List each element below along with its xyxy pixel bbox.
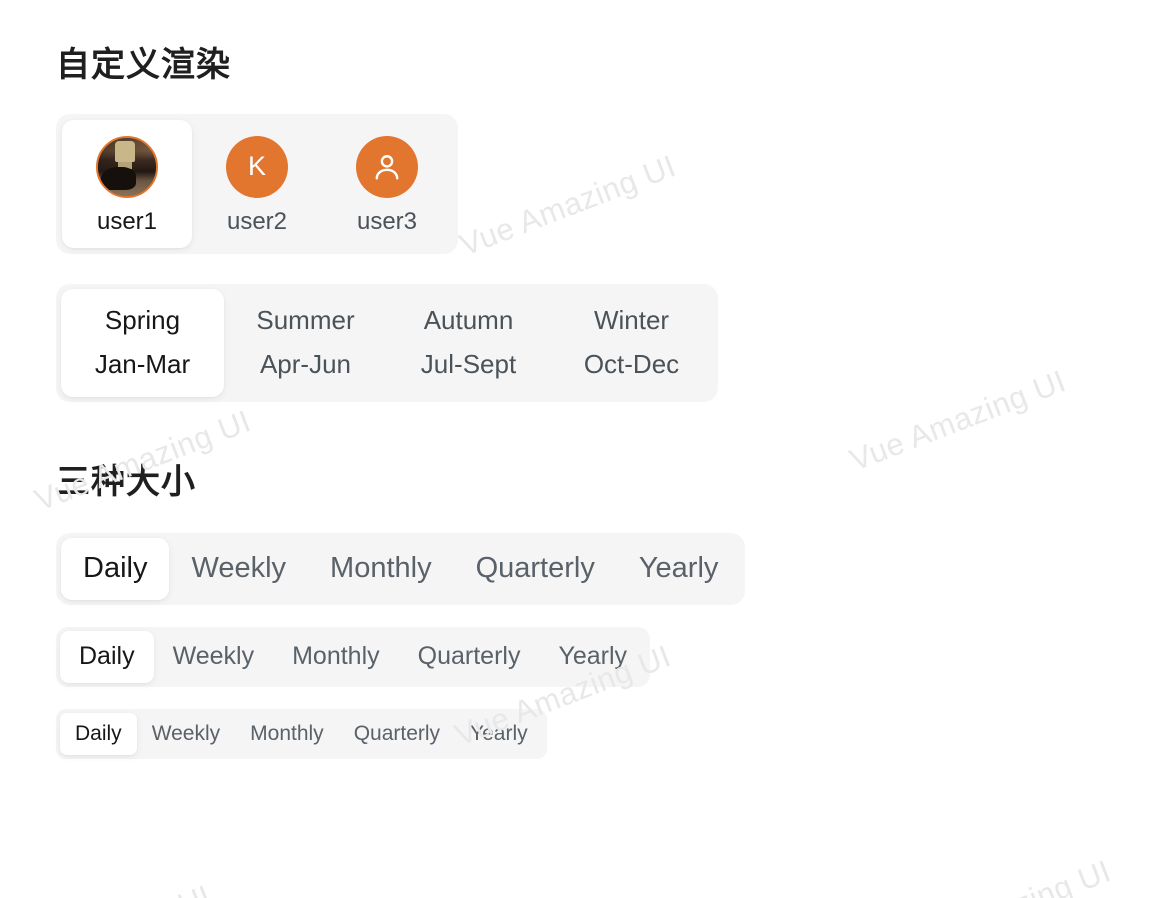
size-segmented-item-label: Weekly: [151, 721, 221, 745]
size-segmented-item-label: Monthly: [250, 721, 324, 745]
avatar-icon: [356, 135, 418, 198]
size-segmented-item-label: Yearly: [558, 642, 628, 671]
avatar-initial: K: [247, 151, 266, 182]
section-title-custom-render: 自定义渲染: [56, 46, 231, 84]
size-segmented-item-label: Quarterly: [417, 642, 521, 671]
season-segmented-item-label: Summer: [256, 304, 355, 335]
user-segmented-item[interactable]: Kuser2: [192, 120, 322, 248]
season-segmented-item-sublabel: Jul-Sept: [420, 348, 517, 379]
size-segmented-item-large[interactable]: Yearly: [617, 538, 741, 600]
user-segmented-row: user1 Kuser2 user3: [56, 113, 1164, 254]
avatar-image: [98, 137, 156, 196]
avatar-letter: K: [226, 135, 288, 198]
size-segmented-item-label: Weekly: [191, 552, 287, 585]
size-segmented-middle-row: Daily Weekly Monthly Quarterly Yearly: [56, 626, 1164, 687]
season-segmented-item-label: Winter: [593, 304, 670, 335]
season-segmented-item[interactable]: Summer Apr-Jun: [224, 289, 387, 397]
size-segmented-large[interactable]: Daily Weekly Monthly Quarterly Yearly: [56, 532, 746, 605]
user-segmented-item[interactable]: user1: [62, 119, 192, 248]
season-segmented-item[interactable]: Winter Oct-Dec: [550, 289, 713, 397]
season-segmented-item-sublabel: Jan-Mar: [94, 348, 191, 379]
avatar-photo: [96, 135, 158, 198]
size-segmented-item-label: Daily: [79, 642, 135, 671]
season-segmented-item-label: Spring: [104, 304, 181, 335]
size-segmented-item-label: Daily: [75, 721, 122, 745]
user-segmented-item-label: user3: [356, 207, 418, 235]
size-segmented-item-label: Weekly: [172, 642, 255, 671]
size-segmented-item-middle[interactable]: Weekly: [154, 631, 274, 683]
season-segmented-item-sublabel: Apr-Jun: [259, 348, 352, 379]
size-segmented-item-large[interactable]: Monthly: [308, 538, 454, 600]
season-segmented-item-label: Autumn: [423, 304, 514, 335]
size-segmented-item-large[interactable]: Weekly: [169, 538, 308, 600]
size-segmented-item-small[interactable]: Monthly: [235, 713, 339, 755]
app-root: Vue Amazing UI Vue Amazing UI Vue Amazing …: [0, 45, 1164, 898]
size-segmented-small-row: Daily Weekly Monthly Quarterly Yearly: [56, 708, 1164, 759]
season-segmented-item-sublabel: Oct-Dec: [583, 348, 680, 379]
size-segmented-item-small[interactable]: Daily: [60, 712, 137, 755]
size-segmented-item-middle[interactable]: Monthly: [273, 631, 399, 683]
size-segmented-item-label: Yearly: [638, 552, 719, 585]
watermark-text: Vue Amazing UI: [0, 878, 216, 898]
size-segmented-item-middle[interactable]: Quarterly: [399, 631, 540, 683]
user-segmented-item-label: user1: [96, 207, 158, 235]
user-segmented-item-label: user2: [226, 207, 288, 235]
size-segmented-item-large[interactable]: Daily: [61, 537, 170, 600]
user-icon: [370, 150, 404, 184]
size-segmented-item-label: Daily: [83, 552, 148, 585]
size-segmented-small[interactable]: Daily Weekly Monthly Quarterly Yearly: [56, 708, 547, 759]
watermark-text: Vue Amazing UI: [890, 853, 1116, 898]
season-segmented-item[interactable]: Spring Jan-Mar: [61, 288, 224, 397]
size-segmented-item-large[interactable]: Quarterly: [454, 538, 617, 600]
season-segmented[interactable]: Spring Jan-Mar Summer Apr-Jun Autumn Jul-Sept…: [56, 283, 718, 402]
size-segmented-item-label: Quarterly: [353, 721, 441, 745]
size-segmented-item-small[interactable]: Weekly: [137, 713, 235, 755]
size-segmented-item-label: Yearly: [470, 721, 528, 745]
season-segmented-row: Spring Jan-Mar Summer Apr-Jun Autumn Jul-Sept…: [56, 283, 1164, 402]
size-segmented-item-small[interactable]: Yearly: [455, 713, 543, 755]
size-segmented-item-middle[interactable]: Yearly: [539, 631, 646, 683]
size-segmented-item-middle[interactable]: Daily: [60, 630, 154, 683]
user-segmented[interactable]: user1 Kuser2 user3: [56, 113, 458, 254]
section-title-three-sizes: 三种大小: [56, 462, 196, 501]
size-segmented-item-label: Monthly: [292, 642, 380, 671]
size-segmented-item-small[interactable]: Quarterly: [339, 713, 455, 755]
user-segmented-item[interactable]: user3: [322, 120, 452, 248]
page-content: 自定义渲染 user1 Kuser2 user3 Spring Jan-Mar Summ…: [0, 45, 1164, 759]
size-segmented-middle[interactable]: Daily Weekly Monthly Quarterly Yearly: [56, 626, 651, 687]
size-segmented-item-label: Monthly: [330, 552, 432, 585]
size-segmented-large-row: Daily Weekly Monthly Quarterly Yearly: [56, 532, 1164, 605]
season-segmented-item[interactable]: Autumn Jul-Sept: [387, 289, 550, 397]
size-segmented-item-label: Quarterly: [475, 552, 595, 585]
